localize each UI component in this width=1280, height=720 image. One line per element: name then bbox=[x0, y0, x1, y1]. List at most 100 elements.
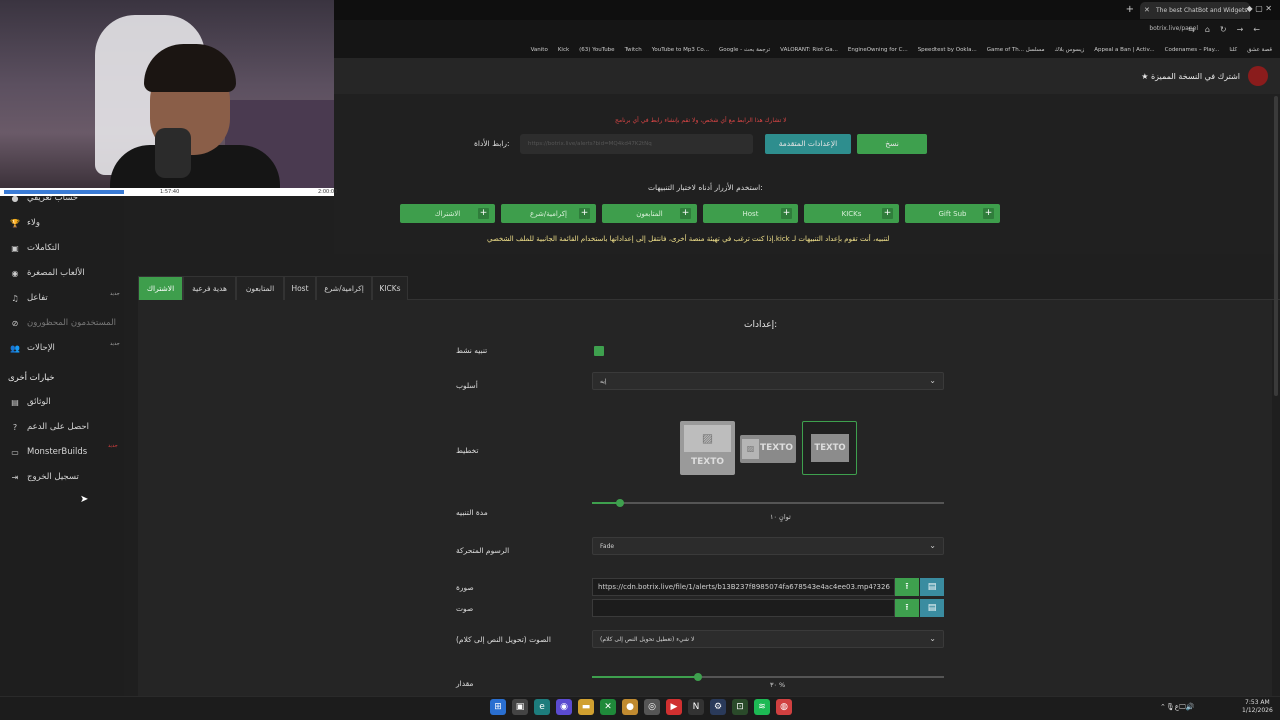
spotify-icon[interactable]: ≋ bbox=[754, 699, 770, 715]
sidebar-item[interactable]: 🏆 ولاء bbox=[10, 218, 40, 228]
overlay-link-input[interactable]: https://botrix.live/alerts?bid=MQ4kd47K2… bbox=[520, 134, 753, 154]
image-url-input[interactable]: https://cdn.botrix.live/file/1/alerts/b1… bbox=[592, 578, 895, 596]
chevron-down-icon: ⌄ bbox=[929, 376, 936, 385]
animation-label: الرسوم المتحركة bbox=[456, 546, 510, 555]
alert-tab[interactable]: KICKs bbox=[372, 276, 408, 300]
netflix-icon[interactable]: N bbox=[688, 699, 704, 715]
test-alert-button[interactable]: Host + bbox=[703, 204, 798, 223]
sidebar-item[interactable]: ▣ التكاملات bbox=[10, 243, 59, 253]
bookmark-item[interactable]: Speedtest by Ookla... bbox=[918, 47, 977, 53]
bookmark-item[interactable]: VALORANT: Riot Ga... bbox=[780, 47, 838, 53]
tab-close-icon[interactable]: ✕ bbox=[1144, 6, 1150, 14]
layout-option-image-side[interactable]: ▨ TEXTO bbox=[740, 435, 796, 463]
sidebar-item-label: المستخدمون المحظورون bbox=[27, 318, 117, 328]
test-alert-label: الاشتراك bbox=[434, 209, 461, 218]
sidebar-item[interactable]: ⇥ تسجيل الخروج bbox=[10, 472, 79, 482]
test-alert-button[interactable]: إكرامية/شرع + bbox=[501, 204, 596, 223]
sidebar-item[interactable]: ♫ تفاعل bbox=[10, 293, 47, 303]
duration-value: ثوانٍ ١٠ bbox=[770, 513, 791, 521]
alert-tab[interactable]: الاشتراك bbox=[138, 276, 183, 300]
plus-icon: + bbox=[882, 208, 893, 219]
test-alert-button[interactable]: المتابعون + bbox=[602, 204, 697, 223]
image-placeholder-icon: ▨ bbox=[684, 425, 731, 452]
duration-slider[interactable] bbox=[592, 499, 944, 507]
alert-tab[interactable]: إكرامية/شرع bbox=[316, 276, 372, 300]
copy-button[interactable]: نسخ bbox=[857, 134, 927, 154]
bookmark-item[interactable]: (63) YouTube bbox=[579, 47, 614, 53]
advanced-settings-button[interactable]: الإعدادات المتقدمة bbox=[765, 134, 851, 154]
layout-option-text-only[interactable]: TEXTO bbox=[802, 421, 857, 475]
taskbar-clock[interactable]: 7:53 AM 1/12/2026 bbox=[1242, 699, 1273, 715]
github-icon[interactable]: ◎ bbox=[644, 699, 660, 715]
avatar[interactable] bbox=[1248, 66, 1268, 86]
test-hint: استخدم الأزرار أدناه لاختبار التنبيهات: bbox=[648, 183, 763, 192]
bookmark-item[interactable]: Google - ترجمة بحث bbox=[719, 47, 770, 53]
nav-buttons[interactable]: ⇆⌂↻→← bbox=[1188, 25, 1270, 34]
layout-option-image-above[interactable]: ▨ TEXTO bbox=[680, 421, 735, 475]
app-icon[interactable]: ● bbox=[622, 699, 638, 715]
gallery-icon[interactable]: ▤ bbox=[920, 599, 944, 617]
plus-icon: + bbox=[680, 208, 691, 219]
folder-icon[interactable]: ▬ bbox=[578, 699, 594, 715]
test-alert-button[interactable]: KICKs + bbox=[804, 204, 899, 223]
bookmark-item[interactable]: قصة عشق bbox=[1247, 47, 1272, 53]
alert-tab[interactable]: المتابعون bbox=[236, 276, 284, 300]
slider-knob[interactable] bbox=[693, 673, 702, 681]
bookmark-item[interactable]: Game of Th... مسلسل bbox=[987, 47, 1045, 53]
windows-start-icon[interactable]: ⊞ bbox=[490, 699, 506, 715]
monitor-icon: ▭ bbox=[11, 447, 19, 457]
style-label: أسلوب bbox=[456, 381, 478, 390]
style-select[interactable]: إيه ⌄ bbox=[592, 372, 944, 390]
sidebar-item[interactable]: ? احصل على الدعم bbox=[10, 422, 89, 432]
sidebar-item[interactable]: ⊘ المستخدمون المحظورون bbox=[10, 318, 116, 328]
volume-slider[interactable] bbox=[592, 673, 944, 681]
bookmark-item[interactable]: زيسوس بلاك bbox=[1055, 47, 1085, 53]
window-controls[interactable]: ◆ ▢ ✕ bbox=[1247, 4, 1273, 13]
bookmark-item[interactable]: Codenames – Play... bbox=[1165, 47, 1220, 53]
premium-link[interactable]: ★ اشترك في النسخة المميزة bbox=[1141, 72, 1240, 81]
task-view-icon[interactable]: ▣ bbox=[512, 699, 528, 715]
test-alert-button[interactable]: Gift Sub + bbox=[905, 204, 1000, 223]
new-badge: جديد bbox=[110, 291, 120, 297]
tts-select[interactable]: لا شيء (تعطيل تحويل النص إلى كلام) ⌄ bbox=[592, 630, 944, 648]
puzzle-icon: ▣ bbox=[11, 243, 19, 253]
system-tray[interactable]: ⌃🎙ع🖵🔊 bbox=[1160, 703, 1194, 712]
bookmark-item[interactable]: Kick bbox=[558, 47, 569, 53]
gamepad-icon[interactable]: ⊡ bbox=[732, 699, 748, 715]
bookmark-item[interactable]: Vanito bbox=[531, 47, 548, 53]
sound-url-input[interactable] bbox=[592, 599, 895, 617]
steam-icon[interactable]: ⚙ bbox=[710, 699, 726, 715]
discord-icon[interactable]: ◉ bbox=[556, 699, 572, 715]
sidebar-item[interactable]: 👥 الإحالات bbox=[10, 343, 55, 353]
bookmark-item[interactable]: كلنا bbox=[1229, 47, 1237, 53]
sidebar-item[interactable]: ◉ الألعاب المصغرة bbox=[10, 268, 85, 278]
new-tab-icon[interactable]: + bbox=[1126, 4, 1134, 15]
gallery-icon[interactable]: ▤ bbox=[920, 578, 944, 596]
sidebar-item-label: ولاء bbox=[27, 218, 40, 228]
edge-icon[interactable]: e bbox=[534, 699, 550, 715]
animation-select[interactable]: Fade ⌄ bbox=[592, 537, 944, 555]
webcam-time-total: 2:00:00 bbox=[318, 189, 338, 195]
sidebar-item[interactable]: ▤ الوثائق bbox=[10, 397, 51, 407]
page-header bbox=[334, 58, 1280, 94]
bookmark-item[interactable]: YouTube to Mp3 Co... bbox=[652, 47, 709, 53]
sidebar-item[interactable]: ▭ MonsterBuilds bbox=[10, 447, 87, 457]
xbox-icon[interactable]: ✕ bbox=[600, 699, 616, 715]
active-checkbox[interactable] bbox=[594, 346, 604, 356]
upload-icon[interactable]: ⭱ bbox=[895, 599, 919, 617]
bookmark-item[interactable]: EngineOwning for C... bbox=[848, 47, 908, 53]
upload-icon[interactable]: ⭱ bbox=[895, 578, 919, 596]
test-alert-label: المتابعون bbox=[636, 209, 663, 218]
alert-tab[interactable]: Host bbox=[284, 276, 316, 300]
bookmark-item[interactable]: Appeal a Ban | Activ... bbox=[1094, 47, 1154, 53]
chrome-icon[interactable]: ◍ bbox=[776, 699, 792, 715]
youtube-icon[interactable]: ▶ bbox=[666, 699, 682, 715]
plus-icon: + bbox=[781, 208, 792, 219]
scrollbar[interactable] bbox=[1274, 96, 1278, 396]
test-alert-button[interactable]: الاشتراك + bbox=[400, 204, 495, 223]
test-alert-label: Gift Sub bbox=[938, 209, 967, 218]
sidebar-item-label: الألعاب المصغرة bbox=[27, 268, 85, 278]
browser-tab[interactable]: ✕ The best ChatBot and Widgets bbox=[1140, 2, 1250, 19]
alert-tab[interactable]: هدية فرعية bbox=[183, 276, 236, 300]
bookmark-item[interactable]: Twitch bbox=[625, 47, 642, 53]
